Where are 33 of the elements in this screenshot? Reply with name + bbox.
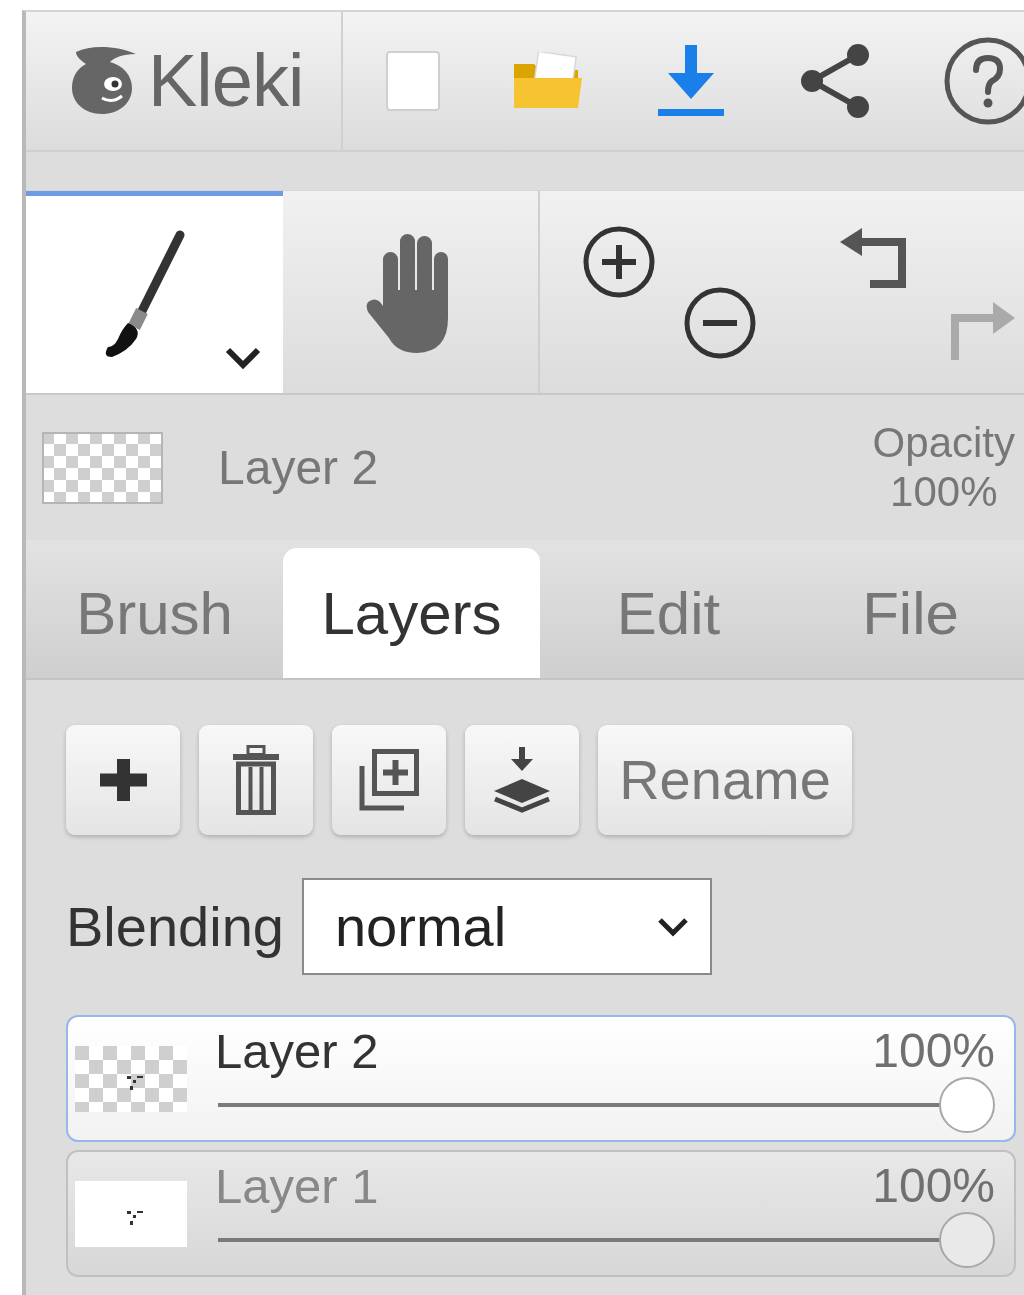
trash-icon — [233, 745, 279, 815]
rename-button[interactable]: Rename — [598, 725, 852, 835]
caret-icon — [655, 915, 690, 938]
tab[interactable]: File — [797, 548, 1024, 678]
opacity-value: 100% — [872, 1025, 995, 1077]
delete-layer-button[interactable] — [199, 725, 313, 835]
layer-name: Layer 2 — [218, 439, 379, 496]
merge-down-button[interactable] — [465, 725, 579, 835]
slider-thumb[interactable] — [939, 1077, 995, 1133]
brush-tool-button[interactable] — [26, 191, 283, 393]
tab[interactable]: Layers — [283, 548, 540, 678]
blending-label: Blending — [66, 893, 284, 960]
layer-item[interactable]: Layer 1 100% — [66, 1150, 1016, 1277]
opacity-value: 100% — [889, 467, 999, 516]
layer-name: Layer 2 — [215, 1025, 379, 1077]
plus-icon — [99, 759, 147, 801]
caret-icon — [224, 346, 262, 370]
layer-item[interactable]: Layer 2 100% — [66, 1015, 1016, 1142]
app-name: Kleki — [148, 44, 304, 118]
add-layer-button[interactable] — [66, 725, 180, 835]
opacity-value: 100% — [872, 1160, 995, 1212]
tab[interactable]: Brush — [26, 548, 283, 678]
duplicate-icon — [358, 748, 420, 812]
zoom-out-icon[interactable] — [683, 286, 757, 360]
opacity-label: Opacity — [872, 419, 1015, 468]
merge-down-icon — [492, 747, 552, 813]
duplicate-layer-button[interactable] — [332, 725, 446, 835]
help-icon[interactable] — [943, 36, 1024, 126]
slider-thumb[interactable] — [939, 1212, 995, 1268]
blending-dropdown[interactable]: normal — [301, 878, 712, 975]
tab[interactable]: Edit — [540, 548, 797, 678]
layer-name: Layer 1 — [215, 1160, 379, 1212]
zoom-in-icon[interactable] — [582, 225, 656, 299]
